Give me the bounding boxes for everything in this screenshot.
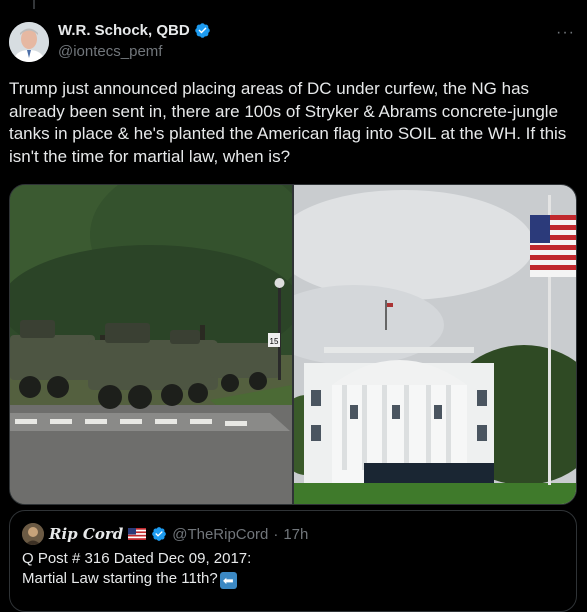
speed-limit-sign: 15 <box>270 337 279 346</box>
dot-separator: · <box>273 525 279 543</box>
us-flag-icon <box>128 528 147 540</box>
quoted-author-handle: @TheRipCord <box>172 525 269 543</box>
quoted-text-line1: Q Post # 316 Dated Dec 09, 2017: <box>22 550 252 567</box>
quoted-timestamp: 17h <box>283 525 309 543</box>
author-name[interactable]: W.R. Schock, QBD <box>58 22 190 39</box>
quoted-tweet[interactable]: Rip Cord @TheRipCord · 17h Q Post # 316 … <box>9 510 577 612</box>
photo-military-vehicles[interactable]: 15 <box>10 185 292 504</box>
thread-connector <box>33 0 35 9</box>
verified-badge-icon <box>152 527 167 541</box>
media-grid: 15 <box>9 184 577 505</box>
quoted-avatar <box>22 523 44 545</box>
quoted-text: Q Post # 316 Dated Dec 09, 2017: Martial… <box>22 549 251 589</box>
author-handle[interactable]: @iontecs_pemf <box>58 43 162 60</box>
tweet-text: Trump just announced placing areas of DC… <box>9 79 572 166</box>
photo-white-house-flag[interactable] <box>294 185 576 504</box>
verified-badge-icon <box>194 23 210 38</box>
quoted-author-name: Rip Cord <box>49 525 124 543</box>
avatar[interactable] <box>9 22 49 62</box>
left-arrow-icon: ⬅ <box>219 572 237 589</box>
more-options-icon[interactable]: ··· <box>556 24 575 42</box>
quoted-text-line2: Martial Law starting the 11th? <box>22 570 218 587</box>
